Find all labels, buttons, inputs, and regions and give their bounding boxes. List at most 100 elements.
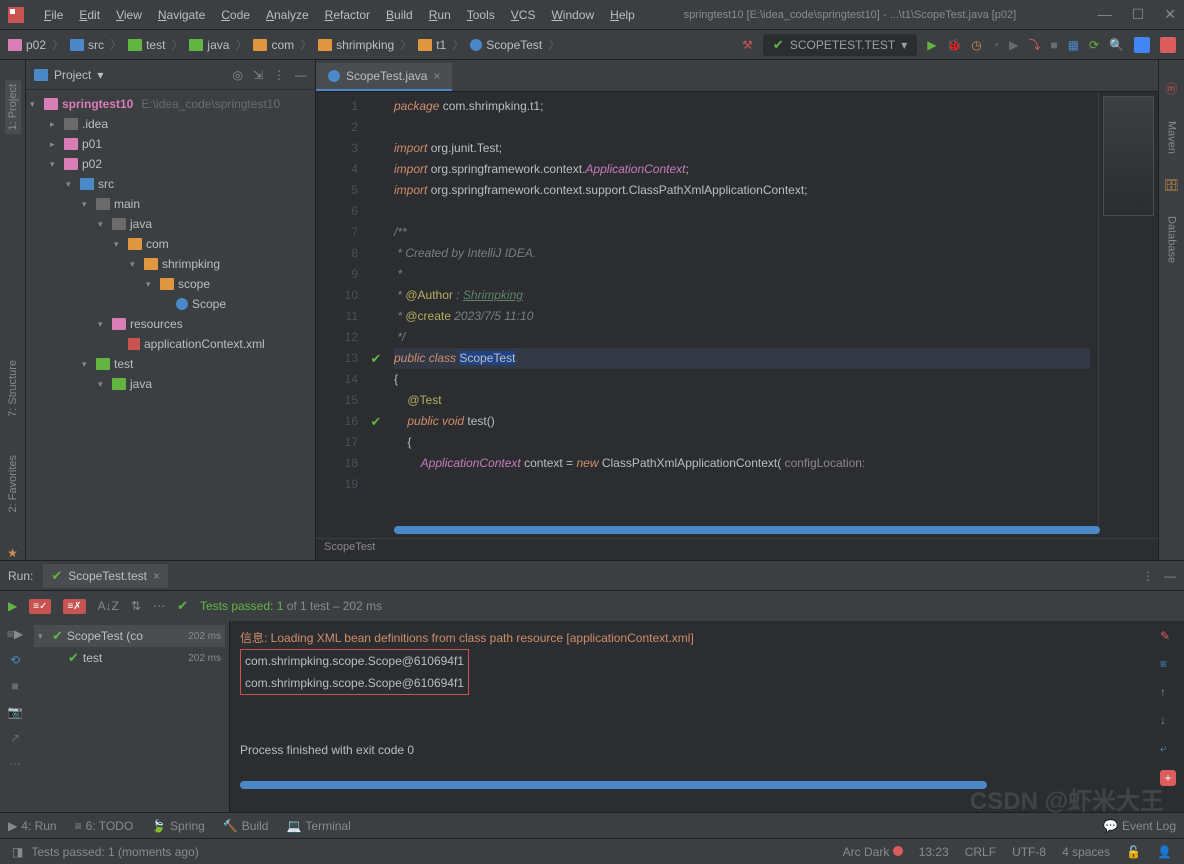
sidebar-tab-maven[interactable]: Maven: [1164, 117, 1180, 158]
h-scrollbar[interactable]: [394, 526, 1100, 534]
pin-icon[interactable]: +: [1160, 770, 1176, 786]
more-icon[interactable]: ⋯: [9, 757, 21, 771]
menu-edit[interactable]: Edit: [71, 4, 108, 26]
run-gutter-icon[interactable]: ✔: [371, 414, 382, 430]
run-button[interactable]: ▶: [927, 38, 936, 52]
tree-item[interactable]: ▾src: [26, 174, 315, 194]
minimize-icon[interactable]: —: [1098, 6, 1112, 23]
more-icon[interactable]: ⋯: [153, 599, 165, 613]
toggle2-icon[interactable]: ≡✗: [63, 599, 85, 614]
maximize-icon[interactable]: ☐: [1132, 6, 1145, 23]
test-tree[interactable]: ▾✔ScopeTest (co202 ms✔test202 ms: [30, 621, 230, 812]
tree-item[interactable]: ▾p02: [26, 154, 315, 174]
tree-item[interactable]: ▾main: [26, 194, 315, 214]
redbox-icon[interactable]: [1160, 37, 1176, 53]
debug-button[interactable]: 🐞: [946, 38, 961, 52]
breadcrumb-item[interactable]: java: [189, 38, 229, 52]
stop-icon[interactable]: ■: [11, 679, 18, 693]
wrap-icon[interactable]: ✎: [1160, 629, 1176, 643]
sidebar-tab-structure[interactable]: 7: Structure: [5, 356, 21, 421]
run-tab[interactable]: ✔ ScopeTest.test ×: [43, 564, 168, 588]
editor-breadcrumb[interactable]: ScopeTest: [316, 538, 1158, 560]
tree-item[interactable]: applicationContext.xml: [26, 334, 315, 354]
tree-root[interactable]: ▾ springtest10 E:\idea_code\springtest10: [26, 94, 315, 114]
toggle-autotest-icon[interactable]: ⟲: [10, 653, 20, 667]
console-output[interactable]: ✎ ≡ ↑ ↓ ⤶ + 信息: Loading XML bean definit…: [230, 621, 1184, 812]
collapse-icon[interactable]: ⇲: [253, 68, 263, 82]
close-tab-icon[interactable]: ×: [153, 569, 160, 583]
layout-button[interactable]: ▦: [1068, 38, 1079, 52]
status-encoding[interactable]: UTF-8: [1012, 845, 1046, 859]
breadcrumb-item[interactable]: p02: [8, 38, 46, 52]
scroll-icon[interactable]: ≡: [1160, 657, 1176, 671]
menu-file[interactable]: File: [36, 4, 71, 26]
menu-help[interactable]: Help: [602, 4, 643, 26]
breadcrumb-item[interactable]: test: [128, 38, 165, 52]
tree-item[interactable]: ▾scope: [26, 274, 315, 294]
sidebar-tab-database[interactable]: Database: [1164, 212, 1180, 267]
up-icon[interactable]: ↑: [1160, 685, 1176, 699]
breadcrumb-item[interactable]: src: [70, 38, 104, 52]
tree-item[interactable]: ▾shrimpking: [26, 254, 315, 274]
googlebox-icon[interactable]: [1134, 37, 1150, 53]
run-gutter-icon[interactable]: ✔: [371, 351, 382, 367]
editor-content[interactable]: 12345678910111213141516171819 ✔✔ package…: [316, 92, 1158, 526]
status-icon[interactable]: ◨: [12, 845, 23, 859]
project-view-selector[interactable]: Project ▾: [34, 68, 103, 82]
tree-item[interactable]: ▾java: [26, 214, 315, 234]
rerun-failed-icon[interactable]: ≡▶: [7, 627, 23, 641]
menu-window[interactable]: Window: [543, 4, 602, 26]
tree-item[interactable]: ▾java: [26, 374, 315, 394]
bottom-tab-build[interactable]: 🔨Build: [223, 819, 269, 833]
menu-view[interactable]: View: [108, 4, 150, 26]
settings-icon[interactable]: ⋮: [273, 68, 285, 82]
minimap[interactable]: [1098, 92, 1158, 526]
menu-analyze[interactable]: Analyze: [258, 4, 317, 26]
tree-item[interactable]: ▾test: [26, 354, 315, 374]
dump-icon[interactable]: 📷: [8, 705, 23, 719]
project-tree[interactable]: ▾ springtest10 E:\idea_code\springtest10…: [26, 90, 315, 560]
sidebar-tab-project[interactable]: 1: Project: [5, 80, 21, 134]
status-indent[interactable]: 4 spaces: [1062, 845, 1110, 859]
rerun-button[interactable]: ▶: [8, 599, 17, 613]
update-button[interactable]: ⟳: [1089, 38, 1099, 52]
export-icon[interactable]: ↗: [10, 731, 20, 745]
hide-icon[interactable]: —: [295, 68, 307, 82]
profile-button[interactable]: ◔: [992, 38, 999, 52]
theme-indicator[interactable]: Arc Dark: [843, 845, 903, 859]
toggle1-icon[interactable]: ≡✓: [29, 599, 51, 614]
menu-navigate[interactable]: Navigate: [150, 4, 213, 26]
menu-tools[interactable]: Tools: [459, 4, 503, 26]
tree-item[interactable]: ▾com: [26, 234, 315, 254]
bottom-tab-todo[interactable]: ≡6: TODO: [75, 819, 134, 833]
target-icon[interactable]: ◎: [232, 68, 242, 82]
tree-item[interactable]: ▾resources: [26, 314, 315, 334]
breadcrumb-item[interactable]: ScopeTest: [470, 38, 542, 52]
test-tree-item[interactable]: ▾✔ScopeTest (co202 ms: [34, 625, 225, 647]
menu-vcs[interactable]: VCS: [503, 4, 544, 26]
run-anything-button[interactable]: ▶: [1009, 38, 1018, 52]
editor-tab[interactable]: ScopeTest.java ×: [316, 63, 452, 91]
hide-icon[interactable]: —: [1164, 569, 1176, 583]
tree-item[interactable]: Scope: [26, 294, 315, 314]
menu-build[interactable]: Build: [378, 4, 421, 26]
bottom-tab-terminal[interactable]: 💻Terminal: [286, 819, 350, 833]
breadcrumb-item[interactable]: com: [253, 38, 294, 52]
console-h-scrollbar[interactable]: [240, 781, 987, 789]
down-icon[interactable]: ↓: [1160, 713, 1176, 727]
search-icon[interactable]: 🔍: [1109, 38, 1124, 52]
build-icon[interactable]: ⚒: [742, 38, 753, 52]
close-icon[interactable]: ✕: [1164, 6, 1176, 23]
more-icon[interactable]: ⋮: [1142, 569, 1154, 583]
menu-refactor[interactable]: Refactor: [317, 4, 378, 26]
menu-code[interactable]: Code: [213, 4, 258, 26]
bottom-tab-spring[interactable]: 🍃Spring: [151, 819, 205, 833]
code-area[interactable]: package com.shrimpking.t1;import org.jun…: [386, 92, 1098, 526]
close-tab-icon[interactable]: ×: [433, 69, 440, 83]
sort-icon[interactable]: A↓Z: [98, 599, 119, 613]
inspector-icon[interactable]: 👤: [1157, 845, 1172, 859]
breadcrumb-item[interactable]: t1: [418, 38, 446, 52]
tree-item[interactable]: ▸.idea: [26, 114, 315, 134]
expand-icon[interactable]: ⇅: [131, 599, 141, 613]
status-line-ending[interactable]: CRLF: [965, 845, 996, 859]
